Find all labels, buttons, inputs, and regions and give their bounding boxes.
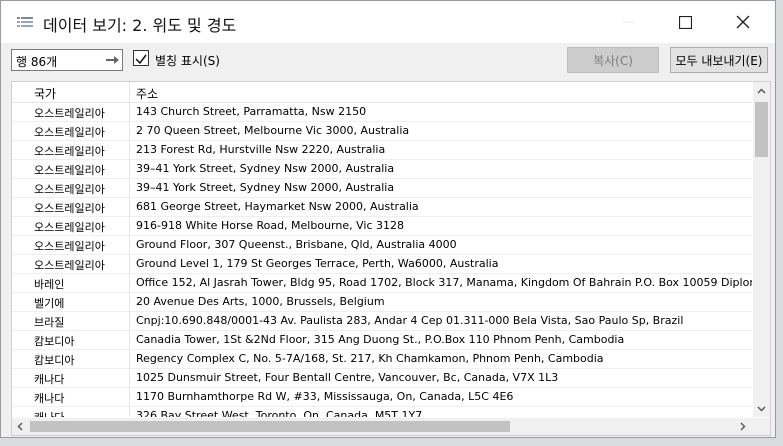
table-row[interactable]: 오스트레일리아 681 George Street, Haymarket Nsw … bbox=[12, 198, 752, 217]
table-row[interactable]: 오스트레일리아 213 Forest Rd, Hurstville Nsw 222… bbox=[12, 141, 752, 160]
table-icon bbox=[17, 15, 33, 29]
row-count-field[interactable]: 행 86개 bbox=[11, 49, 123, 71]
scroll-up-icon[interactable] bbox=[757, 87, 766, 96]
maximize-button[interactable] bbox=[657, 1, 713, 43]
minimize-button[interactable] bbox=[601, 1, 657, 43]
scroll-corner bbox=[753, 418, 770, 435]
cell-address[interactable]: Ground Level 1, 179 St Georges Terrace, … bbox=[136, 257, 498, 270]
cell-country[interactable]: 캄보디아 bbox=[34, 333, 74, 349]
export-all-button[interactable]: 모두 내보내기(E) bbox=[670, 47, 768, 73]
arrow-right-icon[interactable] bbox=[104, 52, 120, 68]
table-row[interactable]: 오스트레일리아 39–41 York Street, Sydney Nsw 200… bbox=[12, 160, 752, 179]
cell-address[interactable]: 39–41 York Street, Sydney Nsw 2000, Aust… bbox=[136, 162, 394, 175]
table-row[interactable]: 캐나다 1170 Burnhamthorpe Rd W, #33, Mississ… bbox=[12, 388, 752, 407]
row-count-text: 행 86개 bbox=[16, 55, 58, 69]
cell-address[interactable]: Ground Floor, 307 Queenst., Brisbane, Ql… bbox=[136, 238, 457, 251]
table-row[interactable]: 캄보디아 Regency Complex C, No. 5-7A/168, St.… bbox=[12, 350, 752, 369]
cell-country[interactable]: 오스트레일리아 bbox=[34, 200, 105, 216]
cell-address[interactable]: Office 152, Al Jasrah Tower, Bldg 95, Ro… bbox=[136, 276, 752, 289]
checkmark-icon bbox=[135, 54, 147, 65]
cell-address[interactable]: 1025 Dunsmuir Street, Four Bentall Centr… bbox=[136, 371, 558, 384]
maximize-icon bbox=[678, 15, 692, 29]
cell-address[interactable]: 2 70 Queen Street, Melbourne Vic 3000, A… bbox=[136, 124, 409, 137]
horizontal-scrollbar[interactable] bbox=[12, 418, 753, 435]
cell-address[interactable]: Cnpj:10.690.848/0001-43 Av. Paulista 283… bbox=[136, 314, 683, 327]
window-title: 데이터 보기: 2. 위도 및 경도 bbox=[43, 16, 237, 35]
cell-country[interactable]: 벨기에 bbox=[34, 295, 64, 311]
show-alias-checkbox[interactable] bbox=[133, 50, 149, 66]
grid-rows: 오스트레일리아 143 Church Street, Parramatta, Ns… bbox=[12, 103, 752, 417]
table-row[interactable]: 캐나다 1025 Dunsmuir Street, Four Bentall Ce… bbox=[12, 369, 752, 388]
vertical-scrollbar[interactable] bbox=[753, 82, 770, 417]
grid-header: 국가 주소 bbox=[12, 82, 752, 103]
table-row[interactable]: 오스트레일리아 Ground Floor, 307 Queenst., Brisb… bbox=[12, 236, 752, 255]
cell-address[interactable]: Canadia Tower, 1St &2Nd Floor, 315 Ang D… bbox=[136, 333, 624, 346]
cell-country[interactable]: 오스트레일리아 bbox=[34, 257, 105, 273]
cell-address[interactable]: 916-918 White Horse Road, Melbourne, Vic… bbox=[136, 219, 404, 232]
horizontal-scroll-thumb[interactable] bbox=[30, 421, 510, 432]
minimize-icon bbox=[623, 21, 635, 23]
cell-address[interactable]: 143 Church Street, Parramatta, Nsw 2150 bbox=[136, 105, 366, 118]
cell-country[interactable]: 오스트레일리아 bbox=[34, 238, 105, 254]
table-row[interactable]: 오스트레일리아 916-918 White Horse Road, Melbour… bbox=[12, 217, 752, 236]
cell-country[interactable]: 캄보디아 bbox=[34, 352, 74, 368]
scroll-right-icon[interactable] bbox=[738, 422, 747, 431]
table-row[interactable]: 오스트레일리아 39–41 York Street, Sydney Nsw 200… bbox=[12, 179, 752, 198]
table-row[interactable]: 브라질 Cnpj:10.690.848/0001-43 Av. Paulista … bbox=[12, 312, 752, 331]
cell-country[interactable]: 오스트레일리아 bbox=[34, 105, 105, 121]
table-row[interactable]: 벨기에 20 Avenue Des Arts, 1000, Brussels, B… bbox=[12, 293, 752, 312]
cell-address[interactable]: Regency Complex C, No. 5-7A/168, St. 217… bbox=[136, 352, 604, 365]
show-alias-label[interactable]: 별칭 표시(S) bbox=[155, 52, 220, 69]
table-row[interactable]: 캄보디아 Canadia Tower, 1St &2Nd Floor, 315 A… bbox=[12, 331, 752, 350]
copy-button[interactable]: 복사(C) bbox=[567, 47, 659, 73]
data-grid: 국가 주소 오스트레일리아 143 Church Street, Parramat… bbox=[11, 81, 771, 436]
cell-country[interactable]: 브라질 bbox=[34, 314, 64, 330]
cell-address[interactable]: 326 Bay Street West, Toronto, On, Canada… bbox=[136, 409, 422, 417]
cell-address[interactable]: 39–41 York Street, Sydney Nsw 2000, Aust… bbox=[136, 181, 394, 194]
cell-country[interactable]: 오스트레일리아 bbox=[34, 143, 105, 159]
column-header-address[interactable]: 주소 bbox=[136, 85, 158, 102]
scroll-left-icon[interactable] bbox=[16, 422, 25, 431]
cell-country[interactable]: 캐나다 bbox=[34, 409, 64, 417]
table-row[interactable]: 바레인 Office 152, Al Jasrah Tower, Bldg 95,… bbox=[12, 274, 752, 293]
title-bar[interactable]: 데이터 보기: 2. 위도 및 경도 bbox=[1, 1, 775, 43]
table-row[interactable]: 캐나다 326 Bay Street West, Toronto, On, Can… bbox=[12, 407, 752, 417]
table-row[interactable]: 오스트레일리아 2 70 Queen Street, Melbourne Vic … bbox=[12, 122, 752, 141]
cell-address[interactable]: 681 George Street, Haymarket Nsw 2000, A… bbox=[136, 200, 419, 213]
cell-country[interactable]: 오스트레일리아 bbox=[34, 124, 105, 140]
cell-country[interactable]: 오스트레일리아 bbox=[34, 181, 105, 197]
cell-country[interactable]: 캐나다 bbox=[34, 371, 64, 387]
cell-country[interactable]: 오스트레일리아 bbox=[34, 219, 105, 235]
table-row[interactable]: 오스트레일리아 143 Church Street, Parramatta, Ns… bbox=[12, 103, 752, 122]
close-icon bbox=[736, 15, 750, 29]
vertical-scroll-thumb[interactable] bbox=[755, 102, 768, 157]
close-button[interactable] bbox=[715, 1, 771, 43]
table-row[interactable]: 오스트레일리아 Ground Level 1, 179 St Georges Te… bbox=[12, 255, 752, 274]
cell-address[interactable]: 213 Forest Rd, Hurstville Nsw 2220, Aust… bbox=[136, 143, 385, 156]
cell-country[interactable]: 바레인 bbox=[34, 276, 64, 292]
cell-address[interactable]: 20 Avenue Des Arts, 1000, Brussels, Belg… bbox=[136, 295, 385, 308]
cell-country[interactable]: 오스트레일리아 bbox=[34, 162, 105, 178]
data-view-window: 데이터 보기: 2. 위도 및 경도 행 86개 별칭 표시(S) 복사(C) … bbox=[0, 0, 776, 438]
cell-address[interactable]: 1170 Burnhamthorpe Rd W, #33, Mississaug… bbox=[136, 390, 513, 403]
cell-country[interactable]: 캐나다 bbox=[34, 390, 64, 406]
column-header-country[interactable]: 국가 bbox=[34, 85, 56, 102]
scroll-down-icon[interactable] bbox=[757, 404, 766, 413]
